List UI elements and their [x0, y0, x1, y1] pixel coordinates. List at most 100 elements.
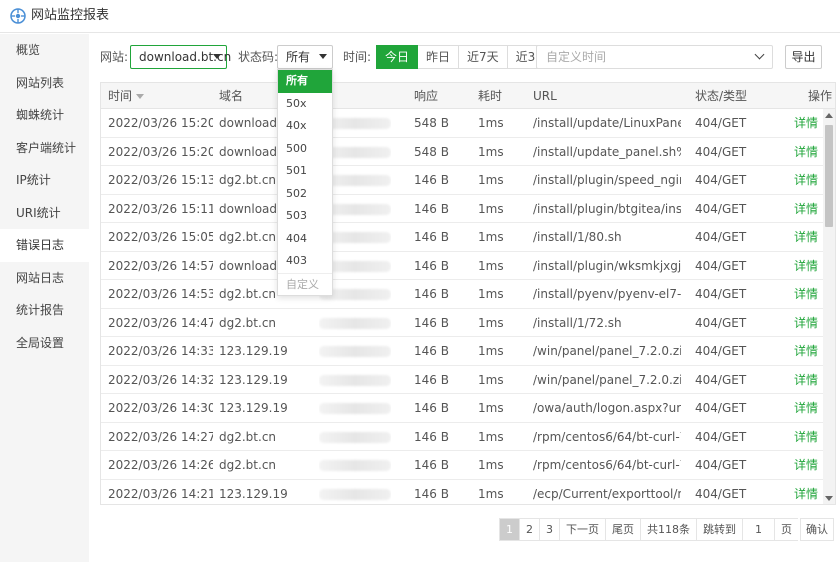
sidebar-item-global-settings[interactable]: 全局设置 — [0, 327, 89, 360]
redacted-ip-blur — [319, 488, 391, 500]
caret-down-icon — [319, 54, 327, 59]
cell-url: /install/1/72.sh — [533, 315, 622, 330]
detail-link[interactable]: 详情 — [794, 480, 818, 505]
cell-ip-redacted — [319, 480, 391, 505]
header-duration: 耗时 — [478, 89, 503, 103]
table-row: 2022/03/26 15:11:22download.bt.cn146 B1m… — [101, 195, 823, 223]
detail-link[interactable]: 详情 — [794, 423, 818, 451]
monitor-logo-icon — [10, 8, 26, 24]
status-code-select[interactable]: 所有 — [277, 45, 333, 69]
status-option-all[interactable]: 所有 — [278, 70, 332, 93]
cell-ip-redacted — [319, 423, 391, 453]
export-button[interactable]: 导出 — [785, 45, 822, 69]
cell-url: /owa/auth/logon.aspx?url=h... — [533, 401, 681, 415]
table-row: 2022/03/26 14:26:36 dg2.bt.cn 146 B 1ms/rpm… — [101, 451, 823, 480]
detail-link[interactable]: 详情 — [794, 166, 818, 194]
detail-link[interactable]: 详情 — [794, 309, 818, 337]
sidebar-item-overview[interactable]: 概览 — [0, 34, 89, 67]
time-7days-button[interactable]: 近7天 — [459, 45, 508, 69]
cell-duration: 1ms — [478, 230, 504, 244]
page-1-button[interactable]: 1 — [499, 518, 520, 541]
page-2-button[interactable]: 2 — [520, 518, 540, 541]
cell-time: 2022/03/26 15:20:29 — [108, 116, 213, 130]
error-log-table: 时间 域名 响应 耗时 URL 状态/类型 操作 2022/03/26 15:2… — [100, 82, 836, 505]
cell-status-type: 404/GET — [695, 372, 747, 387]
cell-ip-redacted — [319, 451, 391, 481]
cell-status-type: 404/GET — [695, 344, 747, 358]
title-bar: 网站监控报表 — [0, 0, 840, 33]
cell-response: 146 B — [414, 173, 449, 187]
detail-link[interactable]: 详情 — [794, 138, 818, 166]
table-row: 2022/03/26 15:20:29download.bt.cn548 B1m… — [101, 109, 823, 138]
detail-link[interactable]: 详情 — [794, 252, 818, 280]
time-yesterday-button[interactable]: 昨日 — [418, 45, 460, 69]
status-option-501[interactable]: 501 — [278, 160, 332, 183]
custom-time-select[interactable]: 自定义时间 — [536, 45, 773, 69]
redacted-ip-blur — [319, 317, 391, 329]
cell-time: 2022/03/26 15:13:50 — [108, 173, 213, 187]
sidebar-item-error-log[interactable]: 错误日志 — [0, 229, 89, 262]
detail-link[interactable]: 详情 — [794, 223, 818, 251]
detail-link[interactable]: 详情 — [794, 451, 818, 479]
cell-duration: 1ms — [478, 458, 504, 472]
status-option-500[interactable]: 500 — [278, 138, 332, 161]
cell-ip-redacted — [319, 337, 391, 367]
status-option-50x[interactable]: 50x — [278, 93, 332, 116]
cell-duration: 1ms — [478, 372, 504, 387]
header-response: 响应 — [414, 89, 439, 103]
scroll-up-arrow-icon[interactable] — [825, 113, 833, 118]
status-option-403[interactable]: 403 — [278, 250, 332, 273]
sidebar-item-ip-stats[interactable]: IP统计 — [0, 164, 89, 197]
detail-link[interactable]: 详情 — [794, 280, 818, 308]
scroll-down-arrow-icon[interactable] — [825, 496, 833, 501]
sidebar-item-site-list[interactable]: 网站列表 — [0, 67, 89, 100]
status-option-404[interactable]: 404 — [278, 228, 332, 251]
table-row: 2022/03/26 14:53:21dg2.bt.cn146 B1ms/ins… — [101, 280, 823, 309]
cell-status-type: 404/GET — [695, 201, 747, 216]
table-row: 2022/03/26 14:33:07 123.129.198.197 146 B 1… — [101, 337, 823, 366]
status-option-503[interactable]: 503 — [278, 205, 332, 228]
cell-response: 146 B — [414, 458, 449, 472]
detail-link[interactable]: 详情 — [794, 337, 818, 365]
site-select[interactable]: download.bt.cn — [130, 45, 231, 69]
cell-duration: 1ms — [478, 315, 504, 330]
cell-ip-redacted — [319, 309, 391, 339]
status-label: 状态码: — [238, 50, 279, 64]
cell-url: /win/panel/panel_7.2.0.zip — [533, 372, 681, 387]
jump-confirm-button[interactable]: 确认 — [800, 518, 834, 541]
detail-link[interactable]: 详情 — [794, 195, 818, 223]
sidebar-item-stats-report[interactable]: 统计报告 — [0, 294, 89, 327]
cell-time: 2022/03/26 15:20:29 — [108, 144, 213, 159]
status-option-502[interactable]: 502 — [278, 183, 332, 206]
detail-link[interactable]: 详情 — [794, 366, 818, 394]
sidebar-item-spider-stats[interactable]: 蜘蛛统计 — [0, 99, 89, 132]
cell-url: /install/plugin/speed_nginx/r... — [533, 173, 681, 187]
cell-duration: 1ms — [478, 401, 504, 415]
redacted-ip-blur — [319, 374, 391, 386]
cell-duration: 1ms — [478, 258, 504, 273]
jump-page-input[interactable]: 1 — [743, 518, 775, 541]
cell-url: /install/plugin/btgitea/install.... — [533, 201, 681, 216]
table-row: 2022/03/26 15:13:50dg2.bt.cn146 B1ms/ins… — [101, 166, 823, 195]
cell-response: 146 B — [414, 258, 449, 273]
last-page-button[interactable]: 尾页 — [606, 518, 641, 541]
sidebar-item-client-stats[interactable]: 客户端统计 — [0, 132, 89, 165]
table-row: 2022/03/26 14:32:56 123.129.198.197 146 B 1… — [101, 366, 823, 394]
page-3-button[interactable]: 3 — [540, 518, 560, 541]
cell-time: 2022/03/26 14:53:21 — [108, 287, 213, 301]
cell-status-type: 404/GET — [695, 287, 747, 301]
detail-link[interactable]: 详情 — [794, 109, 818, 137]
next-page-button[interactable]: 下一页 — [560, 518, 606, 541]
cell-response: 146 B — [414, 401, 449, 415]
table-scrollbar[interactable] — [823, 109, 835, 504]
cell-url: /install/1/80.sh — [533, 230, 622, 244]
detail-link[interactable]: 详情 — [794, 394, 818, 422]
sidebar-item-site-log[interactable]: 网站日志 — [0, 262, 89, 295]
cell-status-type: 404/GET — [695, 429, 747, 444]
scrollbar-thumb[interactable] — [825, 125, 833, 227]
header-time[interactable]: 时间 — [108, 83, 145, 109]
status-option-40x[interactable]: 40x — [278, 115, 332, 138]
sidebar-item-uri-stats[interactable]: URI统计 — [0, 197, 89, 230]
time-today-button[interactable]: 今日 — [376, 45, 419, 69]
status-option-custom[interactable]: 自定义 — [278, 272, 332, 296]
